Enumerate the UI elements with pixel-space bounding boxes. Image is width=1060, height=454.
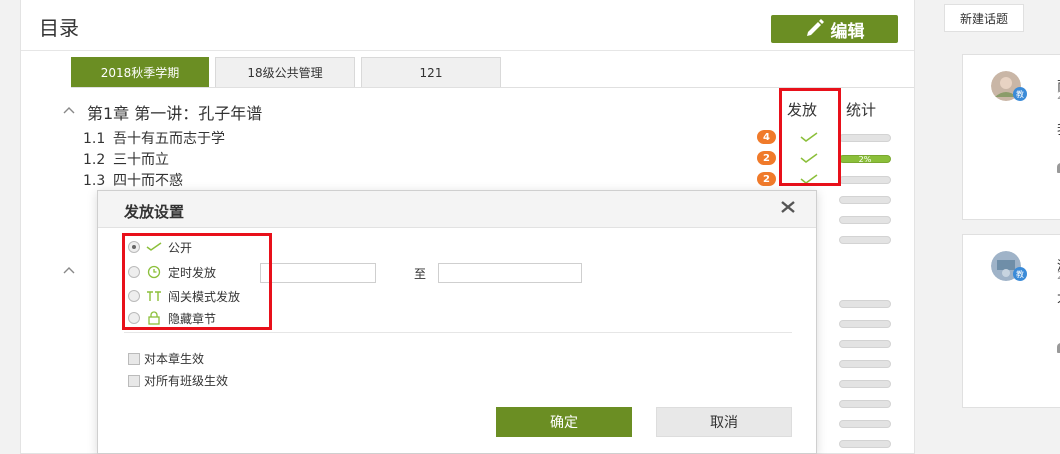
- end-time-input[interactable]: [438, 263, 582, 283]
- stats-column-header: 统计: [846, 101, 877, 119]
- edit-button[interactable]: 编辑: [771, 15, 898, 43]
- progress-bar: [839, 400, 891, 408]
- new-topic-button[interactable]: 新建话题: [944, 4, 1024, 32]
- progress-bar: [839, 134, 891, 142]
- progress-bar: [839, 320, 891, 328]
- tab-public-management[interactable]: 18级公共管理: [215, 57, 355, 87]
- teacher-badge: 教: [1013, 87, 1027, 101]
- progress-bar: 2%: [839, 155, 891, 164]
- discussion-count-badge: 2: [757, 172, 776, 186]
- apply-to-chapter-checkbox[interactable]: 对本章生效: [128, 350, 204, 367]
- progress-bar: [839, 420, 891, 428]
- progress-bar: [839, 340, 891, 348]
- lesson-item[interactable]: 1.1 吾十有五而志于学: [83, 128, 225, 148]
- tab-121[interactable]: 121: [361, 57, 501, 87]
- discussion-card[interactable]: 教 清 2 大: [962, 234, 1060, 408]
- highlight-box: [779, 88, 841, 186]
- lesson-number: 1.2: [83, 152, 106, 168]
- chevron-up-icon[interactable]: [63, 264, 75, 276]
- progress-bar: [839, 176, 891, 184]
- edit-label: 编辑: [830, 21, 865, 42]
- checkbox[interactable]: [128, 374, 140, 387]
- discussion-card[interactable]: 教 南 2 我: [962, 54, 1060, 220]
- progress-bar: [839, 360, 891, 368]
- checkbox-label: 对所有班级生效: [144, 374, 229, 388]
- start-time-input[interactable]: [260, 263, 376, 283]
- lesson-item[interactable]: 1.2 三十而立: [83, 149, 169, 169]
- tab-2018-fall[interactable]: 2018秋季学期: [71, 57, 209, 87]
- discussion-count-badge: 4: [757, 130, 776, 144]
- lesson-number: 1.1: [83, 131, 106, 147]
- dialog-header: 发放设置: [98, 191, 816, 228]
- header-divider: [21, 50, 914, 51]
- progress-bar: [839, 196, 891, 204]
- to-label: 至: [414, 267, 427, 281]
- checkbox-label: 对本章生效: [144, 352, 205, 366]
- apply-to-all-classes-checkbox[interactable]: 对所有班级生效: [128, 372, 228, 389]
- teacher-badge: 教: [1013, 267, 1027, 281]
- progress-bar: [839, 380, 891, 388]
- close-icon[interactable]: [780, 199, 796, 215]
- lesson-title: 吾十有五而志于学: [113, 131, 225, 147]
- progress-bar: [839, 440, 891, 448]
- confirm-button[interactable]: 确定: [496, 407, 632, 437]
- lesson-title: 四十而不惑: [113, 173, 183, 189]
- chevron-up-icon[interactable]: [63, 104, 75, 116]
- lesson-title: 三十而立: [113, 152, 169, 168]
- progress-bar: [839, 300, 891, 308]
- dialog-divider: [124, 332, 792, 333]
- discussion-count-badge: 2: [757, 151, 776, 165]
- cancel-button[interactable]: 取消: [656, 407, 792, 437]
- lesson-number: 1.3: [83, 173, 106, 189]
- term-tabs: 2018秋季学期 18级公共管理 121: [71, 57, 501, 87]
- highlight-box: [122, 233, 272, 330]
- checkbox[interactable]: [128, 352, 140, 365]
- progress-bar: [839, 216, 891, 224]
- pencil-icon: [805, 17, 825, 42]
- lesson-item[interactable]: 1.3 四十而不惑: [83, 170, 183, 190]
- chapter-title: 第1章 第一讲：孔子年谱: [87, 104, 263, 123]
- progress-bar: [839, 236, 891, 244]
- page-title: 目录: [39, 16, 79, 40]
- dialog-title: 发放设置: [124, 203, 185, 221]
